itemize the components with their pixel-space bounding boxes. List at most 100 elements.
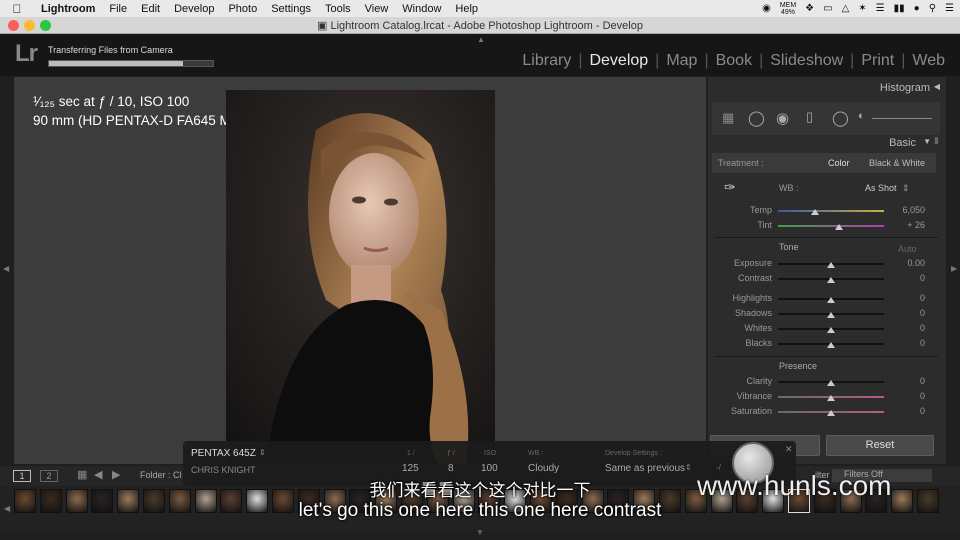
bottom-panel-toggle-icon[interactable]: ▼ — [476, 528, 484, 537]
spot-removal-icon[interactable]: ◯ — [748, 109, 765, 127]
basic-header[interactable]: Basic ▼ — [708, 133, 946, 155]
iso-label: ISO — [484, 450, 497, 457]
slider-knob[interactable] — [827, 410, 835, 416]
transfer-progress-bar — [48, 60, 214, 67]
module-develop[interactable]: Develop — [582, 52, 655, 70]
slider-label: Vibrance — [736, 391, 772, 401]
slider-value[interactable]: 0 — [885, 376, 925, 386]
slider-value[interactable]: 0 — [885, 273, 925, 283]
slider-knob[interactable] — [827, 297, 835, 303]
slider-value[interactable]: 0 — [885, 293, 925, 303]
transfer-progress-fill — [49, 61, 184, 66]
auto-tone-button[interactable]: Auto — [898, 244, 917, 254]
dropdown-icon[interactable]: ⇕ — [902, 183, 910, 194]
collapse-icon[interactable]: ▼ — [923, 137, 931, 146]
dropbox-icon[interactable]: ❖ — [805, 3, 814, 14]
menu-app[interactable]: Lightroom — [34, 3, 102, 15]
treatment-bw-button[interactable]: Black & White — [869, 158, 925, 168]
bluetooth-icon[interactable]: ✶ — [858, 3, 866, 14]
left-panel-toggle-icon[interactable]: ◀ — [3, 264, 9, 273]
slider-knob[interactable] — [827, 312, 835, 318]
right-panel-toggle-icon[interactable]: ▶ — [951, 264, 957, 273]
list-icon[interactable]: ☰ — [945, 3, 954, 14]
cc-icon[interactable]: ◉ — [762, 3, 771, 14]
document-icon: ▣ — [317, 20, 331, 32]
menu-edit[interactable]: Edit — [134, 3, 167, 15]
module-picker: Library | Develop | Map | Book | Slideshow | … — [515, 52, 952, 70]
screen-icon[interactable]: ▭ — [823, 3, 832, 14]
slider-value[interactable]: 6,050 — [885, 205, 925, 215]
slider-knob[interactable] — [827, 262, 835, 268]
photo-preview-area[interactable]: ¹⁄₁₂₅ sec at ƒ / 10, ISO 100 90 mm (HD P… — [14, 77, 706, 464]
slider-value[interactable]: 0.00 — [885, 258, 925, 268]
mem-indicator[interactable]: MEM 49% — [780, 2, 796, 16]
slider-value[interactable]: 0 — [885, 323, 925, 333]
slider-value[interactable]: 0 — [885, 391, 925, 401]
slider-track[interactable] — [778, 210, 884, 212]
slider-value[interactable]: 0 — [885, 308, 925, 318]
slider-value[interactable]: 0 — [885, 406, 925, 416]
spotlight-icon[interactable]: ⚲ — [929, 3, 936, 14]
menu-photo[interactable]: Photo — [221, 3, 264, 15]
module-book[interactable]: Book — [709, 52, 759, 70]
slider-knob[interactable] — [827, 395, 835, 401]
develop-settings-dropdown[interactable]: Same as previous — [605, 463, 685, 474]
brush-slider[interactable] — [872, 118, 932, 119]
menu-settings[interactable]: Settings — [264, 3, 318, 15]
slider-track[interactable] — [778, 225, 884, 227]
menu-file[interactable]: File — [102, 3, 134, 15]
histogram-header[interactable]: Histogram ◀ — [708, 77, 946, 99]
graduated-filter-icon[interactable]: ▯ — [806, 109, 813, 125]
exif-exposure-info: ¹⁄₁₂₅ sec at ƒ / 10, ISO 100 — [33, 94, 190, 109]
slider-label: Whites — [744, 323, 772, 333]
wifi-icon[interactable]: ☰ — [876, 3, 885, 14]
user-icon[interactable]: ● — [914, 3, 920, 14]
wb-label: WB : — [779, 183, 799, 193]
top-panel-toggle-icon[interactable]: ▲ — [477, 35, 485, 44]
menu-window[interactable]: Window — [395, 3, 448, 15]
dropdown-icon[interactable]: ⇕ — [259, 448, 266, 457]
menu-help[interactable]: Help — [448, 3, 485, 15]
window-titlebar: ▣ Lightroom Catalog.lrcat - Adobe Photos… — [0, 17, 960, 34]
slider-knob[interactable] — [835, 224, 844, 230]
camera-model: PENTAX 645Z — [191, 448, 256, 459]
airplay-icon[interactable]: △ — [842, 3, 850, 14]
slider-knob[interactable] — [827, 277, 835, 283]
close-icon[interactable]: ✕ — [785, 444, 793, 455]
radial-filter-icon[interactable]: ◯ — [832, 109, 849, 127]
slider-value[interactable]: 0 — [885, 338, 925, 348]
divider — [714, 356, 938, 357]
battery-icon[interactable]: ▮▮ — [894, 3, 905, 14]
module-print[interactable]: Print — [854, 52, 901, 70]
window-title-text: Lightroom Catalog.lrcat - Adobe Photosho… — [330, 20, 643, 32]
collapse-icon[interactable]: ◀ — [934, 82, 940, 91]
slider-knob[interactable] — [827, 342, 835, 348]
author-name: CHRIS KNIGHT — [191, 465, 256, 475]
slider-knob[interactable] — [811, 209, 820, 215]
brush-icon[interactable]: ◐ — [858, 110, 865, 122]
slider-knob[interactable] — [827, 380, 835, 386]
wb-dropdown[interactable]: As Shot — [865, 183, 897, 193]
dropdown-icon[interactable]: ⇕ — [685, 463, 692, 472]
portrait-photo[interactable] — [226, 90, 495, 464]
transfer-status: Transferring Files from Camera — [48, 45, 173, 55]
reset-button[interactable]: Reset — [826, 435, 934, 456]
treatment-color-button[interactable]: Color — [828, 158, 850, 168]
portrait-image — [226, 90, 495, 464]
tool-strip: ▦ ◯ ◉ ▯ ◯ ◐ — [712, 102, 940, 135]
scrollbar[interactable]: ▮ — [934, 135, 939, 146]
module-web[interactable]: Web — [905, 52, 952, 70]
eyedropper-icon[interactable]: ✑ — [724, 179, 736, 196]
slider-knob[interactable] — [827, 327, 835, 333]
apple-icon[interactable]:  — [0, 2, 34, 16]
slider-value[interactable]: + 26 — [885, 220, 925, 230]
module-slideshow[interactable]: Slideshow — [763, 52, 850, 70]
module-library[interactable]: Library — [515, 52, 578, 70]
shutter-value: 125 — [402, 463, 419, 474]
menu-tools[interactable]: Tools — [318, 3, 358, 15]
module-map[interactable]: Map — [659, 52, 704, 70]
crop-icon[interactable]: ▦ — [722, 110, 734, 126]
menu-view[interactable]: View — [358, 3, 396, 15]
redeye-icon[interactable]: ◉ — [776, 109, 789, 127]
menu-develop[interactable]: Develop — [167, 3, 221, 15]
